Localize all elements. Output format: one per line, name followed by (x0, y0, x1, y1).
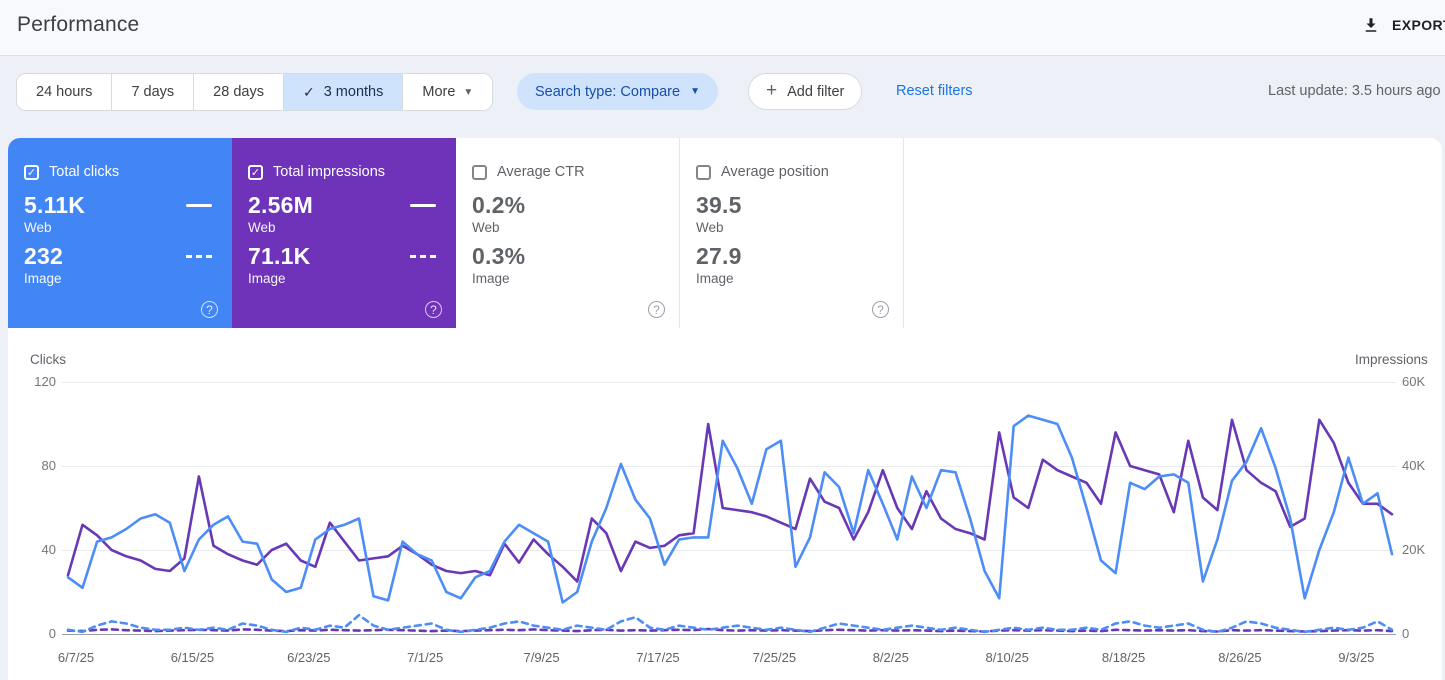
export-label: EXPORT (1392, 17, 1445, 33)
metric-checkbox[interactable] (696, 165, 711, 180)
metric-web-value: 0.2% (472, 192, 525, 219)
last-update-text: Last update: 3.5 hours ago (1268, 83, 1441, 99)
metric-card-total-impressions[interactable]: ✓ Total impressions 2.56MWeb 71.1KImage? (232, 138, 456, 328)
date-range-label: 7 days (131, 84, 174, 100)
metric-image-value: 0.3% (472, 243, 525, 270)
metric-image-value: 27.9 (696, 243, 742, 270)
x-axis-date-label: 8/18/25 (1102, 650, 1145, 665)
metric-checkbox[interactable]: ✓ (248, 165, 263, 180)
metric-image-label: Image (696, 271, 887, 286)
performance-chart: ClicksImpressions004020K8040K12060K6/7/2… (8, 345, 1442, 680)
top-header: Performance EXPORT (0, 0, 1445, 56)
date-range-label: 28 days (213, 84, 264, 100)
metric-web-value: 2.56M (248, 192, 313, 219)
add-filter-button[interactable]: + Add filter (748, 73, 862, 110)
metric-image-value: 71.1K (248, 243, 310, 270)
x-axis-date-label: 8/2/25 (873, 650, 909, 665)
solid-line-legend-icon (186, 204, 212, 207)
add-filter-label: Add filter (787, 84, 844, 100)
metric-web-label: Web (472, 220, 663, 235)
metric-card-total-clicks[interactable]: ✓ Total clicks 5.11KWeb 232Image? (8, 138, 232, 328)
x-axis-date-label: 9/3/25 (1338, 650, 1374, 665)
x-axis-date-label: 6/23/25 (287, 650, 330, 665)
x-axis-date-label: 7/17/25 (636, 650, 679, 665)
search-type-label: Search type: Compare (535, 84, 680, 100)
chevron-down-icon: ▼ (463, 87, 473, 98)
metric-image-label: Image (472, 271, 663, 286)
more-label: More (422, 84, 455, 100)
x-axis-date-label: 7/9/25 (524, 650, 560, 665)
reset-filters-link[interactable]: Reset filters (896, 83, 973, 99)
metric-label: Total impressions (273, 164, 385, 180)
filter-bar: 24 hours 7 days 28 days ✓ 3 months More ▼ Se… (0, 57, 1445, 137)
metric-image-label: Image (248, 271, 440, 286)
date-range-segmented-control: 24 hours 7 days 28 days ✓ 3 months More ▼ (16, 73, 493, 111)
date-range-24-hours[interactable]: 24 hours (17, 74, 112, 110)
date-range-label: 3 months (324, 84, 384, 100)
metric-web-value: 39.5 (696, 192, 742, 219)
metric-label: Average position (721, 164, 829, 180)
help-icon[interactable]: ? (201, 301, 218, 318)
dashed-line-legend-icon (186, 255, 212, 258)
metric-web-label: Web (696, 220, 887, 235)
date-range-label: 24 hours (36, 84, 92, 100)
chart-lines-canvas (8, 345, 1442, 645)
x-axis-date-label: 7/1/25 (407, 650, 443, 665)
plus-icon: + (766, 80, 777, 102)
metric-label: Total clicks (49, 164, 119, 180)
help-icon[interactable]: ? (648, 301, 665, 318)
metric-web-label: Web (248, 220, 440, 235)
date-range-3-months[interactable]: ✓ 3 months (284, 74, 403, 110)
metric-checkbox[interactable]: ✓ (24, 165, 39, 180)
page-title: Performance (17, 13, 139, 37)
metric-image-value: 232 (24, 243, 63, 270)
x-axis-date-label: 8/10/25 (985, 650, 1028, 665)
export-button[interactable]: EXPORT (1362, 16, 1445, 34)
x-axis-date-label: 7/25/25 (753, 650, 796, 665)
x-axis-date-label: 8/26/25 (1218, 650, 1261, 665)
x-axis-date-label: 6/7/25 (58, 650, 94, 665)
metric-image-label: Image (24, 271, 216, 286)
metric-tiles-row: ✓Total clicks5.11KWeb232Image?✓Total imp… (8, 138, 904, 328)
x-axis-date-label: 6/15/25 (171, 650, 214, 665)
performance-panel: ✓Total clicks5.11KWeb232Image?✓Total imp… (8, 138, 1442, 680)
dashed-line-legend-icon (410, 255, 436, 258)
series-web-impressions (68, 420, 1392, 582)
download-icon (1362, 16, 1380, 34)
date-range-7-days[interactable]: 7 days (112, 74, 194, 110)
metric-card-average-ctr[interactable]: Average CTR 0.2%Web 0.3%Image? (456, 138, 680, 328)
checkmark-icon: ✓ (303, 84, 315, 101)
help-icon[interactable]: ? (872, 301, 889, 318)
metric-web-value: 5.11K (24, 192, 85, 219)
search-type-chip[interactable]: Search type: Compare ▼ (517, 73, 718, 110)
metric-card-average-position[interactable]: Average position 39.5Web 27.9Image? (680, 138, 904, 328)
metric-label: Average CTR (497, 164, 585, 180)
help-icon[interactable]: ? (425, 301, 442, 318)
more-dropdown[interactable]: More ▼ (403, 74, 492, 110)
date-range-28-days[interactable]: 28 days (194, 74, 284, 110)
chevron-down-icon: ▼ (690, 86, 700, 97)
metric-web-label: Web (24, 220, 216, 235)
metric-checkbox[interactable] (472, 165, 487, 180)
solid-line-legend-icon (410, 204, 436, 207)
